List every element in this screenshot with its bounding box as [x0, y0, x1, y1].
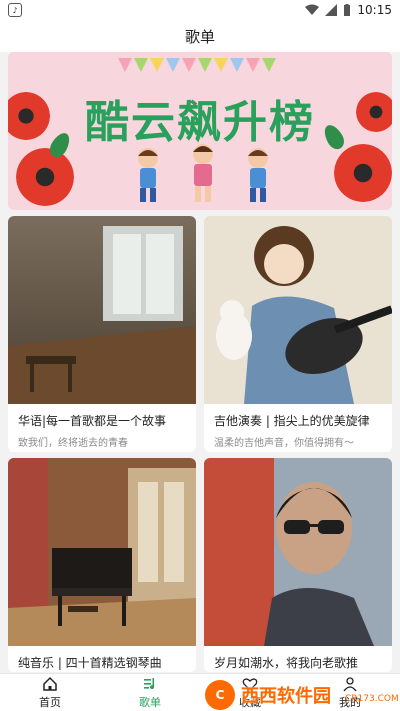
playlist-subtitle: 温柔的吉他声音，你值得拥有～ — [214, 438, 354, 449]
kids-illustration — [138, 144, 268, 202]
chart-banner[interactable]: 酷云飙升榜 — [8, 52, 392, 210]
nav-item-home[interactable]: 首页 — [0, 674, 100, 711]
playlist-title: 纯音乐 | 四十首精选钢琴曲 — [18, 656, 162, 670]
home-icon — [43, 676, 57, 691]
playlist-cover-image — [8, 216, 196, 404]
playlist-cover-image — [204, 216, 392, 404]
banner-title: 酷云飙升榜 — [85, 97, 315, 148]
playlist-card[interactable]: 吉他演奏 | 指尖上的优美旋律 温柔的吉他声音，你值得拥有～ — [204, 216, 392, 452]
nav-item-profile[interactable]: 我的 — [300, 674, 400, 711]
page-header: 歌单 — [0, 20, 400, 52]
playlist-title: 华语|每一首歌都是一个故事 — [18, 414, 167, 428]
clock: 10:15 — [357, 3, 392, 17]
status-icons: 10:15 — [305, 3, 392, 17]
favorite-icon — [242, 677, 258, 691]
wifi-icon — [305, 4, 320, 15]
bunting-decoration — [118, 58, 276, 72]
playlist-card[interactable]: 纯音乐 | 四十首精选钢琴曲 — [8, 458, 196, 672]
nav-label: 收藏 — [239, 695, 261, 709]
status-bar: ♪ 10:15 — [0, 0, 400, 20]
nav-label: 歌单 — [139, 695, 161, 709]
nav-label: 我的 — [339, 695, 361, 709]
playlist-card[interactable]: 岁月如潮水，将我向老歌推 — [204, 458, 392, 672]
page-title: 歌单 — [184, 27, 215, 46]
nav-item-playlists[interactable]: 歌单 — [100, 674, 200, 711]
flower-decoration — [334, 144, 392, 202]
playlist-cover-image — [8, 458, 196, 646]
nav-item-favorites[interactable]: 收藏 — [200, 674, 300, 711]
playlist-card[interactable]: 华语|每一首歌都是一个故事 致我们，终将逝去的青春 — [8, 216, 196, 452]
playlist-cover-image — [204, 458, 392, 646]
bottom-navigation: 首页 歌单 收藏 我的 — [0, 673, 400, 711]
playlist-title: 岁月如潮水，将我向老歌推 — [214, 656, 359, 670]
flower-decoration — [16, 148, 74, 206]
nav-label: 首页 — [39, 695, 61, 709]
playlist-title: 吉他演奏 | 指尖上的优美旋律 — [214, 414, 370, 428]
signal-icon — [325, 4, 338, 16]
app-notification-icon: ♪ — [8, 3, 22, 17]
music-list-icon — [144, 677, 155, 689]
playlist-subtitle: 致我们，终将逝去的青春 — [18, 438, 128, 449]
battery-icon — [344, 4, 351, 16]
profile-icon — [343, 676, 357, 691]
